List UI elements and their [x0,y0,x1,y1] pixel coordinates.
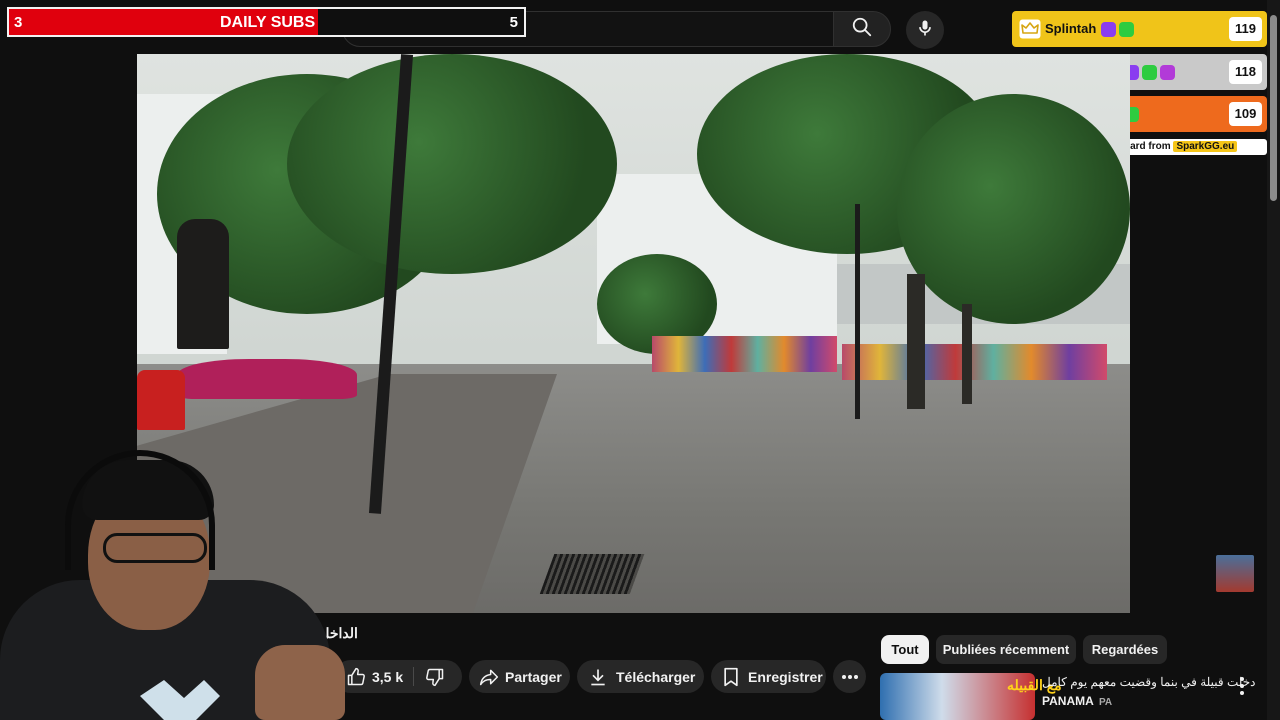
recommended-title[interactable]: دخلت قبيلة في بنما وقضيت معهم يوم كامل [1042,675,1255,689]
leaderboard-score: 119 [1229,17,1262,41]
webcam-hand [255,645,345,720]
webcam-glasses [103,533,207,563]
chip-recent[interactable]: Publiées récemment [936,635,1076,664]
dislike-button[interactable] [425,667,445,690]
daily-subs-current: 3 [14,14,23,31]
leaderboard-brand: SparkGG.eu [1173,141,1238,152]
chip-watched[interactable]: Regardées [1083,635,1167,664]
daily-subs-title: DAILY SUBS [220,14,316,31]
video-mural [842,344,1107,380]
more-horizontal-icon [841,674,859,680]
video-flowerbed [177,359,357,399]
video-trunk [907,274,925,409]
video-trunk [962,304,972,404]
thumbs-down-icon [425,667,445,690]
video-mural [652,336,837,372]
save-button[interactable]: Enregistrer [711,660,826,693]
search-icon [851,16,873,43]
daily-subs-goal: 5 [509,14,518,31]
voice-search-button[interactable] [906,11,944,49]
more-vertical-icon [1240,676,1244,681]
scrollbar[interactable] [1267,0,1280,720]
scrollbar-thumb[interactable] [1270,15,1277,201]
leaderboard-badges [1101,22,1134,37]
chip-all[interactable]: Tout [881,635,929,664]
like-count: 3,5 k [372,669,404,685]
badge-icon [1142,65,1157,80]
like-dislike-group: 3,5 k [334,660,462,693]
crown-icon [1019,19,1041,39]
video-person [137,370,185,430]
more-vertical-icon-dot [1240,691,1244,696]
video-statue [177,219,229,349]
search-button[interactable] [833,11,891,47]
leaderboard-score: 109 [1229,102,1262,126]
like-button[interactable] [346,667,366,690]
video-tree [897,94,1130,324]
save-label: Enregistrer [748,668,823,685]
badge-icon [1160,65,1175,80]
more-actions-button[interactable] [833,660,866,693]
webcam-overlay [0,440,345,720]
download-label: Télécharger [616,668,696,685]
like-divider [413,667,414,686]
badge-icon [1119,22,1134,37]
more-vertical-icon-dot [1240,683,1244,688]
share-label: Partager [505,668,562,685]
mini-avatar [1216,555,1254,592]
video-drain [539,554,645,594]
bookmark-icon [722,667,740,687]
badge-icon [1101,22,1116,37]
recommended-channel[interactable]: PANAMA [1042,694,1094,708]
thumbs-up-icon [346,667,366,690]
download-button[interactable]: Télécharger [577,660,704,693]
daily-subs-bar: 3 DAILY SUBS 5 [7,7,526,37]
share-icon [479,667,499,687]
recommended-channel-suffix: PA [1099,697,1113,708]
leaderboard-row: Splintah 119 [1012,11,1267,47]
microphone-icon [915,18,935,43]
download-icon [588,667,608,687]
share-button[interactable]: Partager [469,660,570,693]
recommended-menu-button[interactable] [1232,675,1252,697]
leaderboard-score: 118 [1229,60,1262,84]
video-lamp-post [855,204,860,419]
video-tree [287,54,617,274]
leaderboard-badges [1124,65,1175,80]
leaderboard-name: Splintah [1045,21,1097,36]
